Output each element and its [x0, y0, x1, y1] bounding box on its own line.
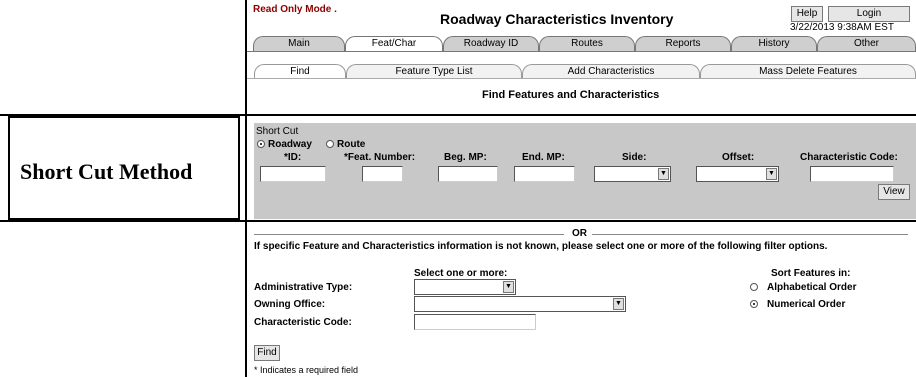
chevron-down-icon[interactable]: ▼	[613, 298, 624, 310]
shortcut-caption: Short Cut	[256, 126, 299, 137]
tab-baseline	[247, 51, 916, 52]
subtab-feature-type-list[interactable]: Feature Type List	[346, 64, 522, 78]
label-feat-number: *Feat. Number:	[344, 152, 416, 163]
chevron-down-icon[interactable]: ▼	[503, 281, 514, 293]
sort-header: Sort Features in:	[771, 268, 851, 279]
id-input[interactable]	[260, 166, 326, 182]
divider-bottom	[0, 220, 916, 222]
radio-alphabetical[interactable]	[750, 283, 758, 291]
sort-alpha-group[interactable]: Alphabetical Order	[750, 282, 856, 293]
characteristic-code-input[interactable]	[810, 166, 894, 182]
offset-select[interactable]: ▼	[696, 166, 779, 182]
radio-roadway-group[interactable]: Roadway	[257, 139, 312, 150]
find-button[interactable]: Find	[254, 345, 280, 361]
radio-route[interactable]	[326, 140, 334, 148]
label-id: *ID:	[284, 152, 302, 163]
radio-roadway[interactable]	[257, 140, 265, 148]
subtab-baseline	[247, 78, 916, 79]
radio-roadway-label: Roadway	[268, 139, 312, 150]
subtab-find[interactable]: Find	[254, 64, 346, 78]
login-button[interactable]: Login	[828, 6, 910, 22]
sort-numeric-group[interactable]: Numerical Order	[750, 299, 845, 310]
chevron-down-icon[interactable]: ▼	[658, 168, 669, 180]
view-button[interactable]: View	[878, 184, 910, 200]
select-header: Select one or more:	[414, 268, 508, 279]
feat-number-input[interactable]	[362, 166, 403, 182]
label-side: Side:	[622, 152, 647, 163]
radio-numerical[interactable]	[750, 300, 758, 308]
app-title: Roadway Characteristics Inventory	[440, 11, 674, 27]
label-admin-type: Administrative Type:	[254, 282, 353, 293]
tab-roadway-id[interactable]: Roadway ID	[443, 36, 539, 51]
tab-routes[interactable]: Routes	[539, 36, 635, 51]
tab-history[interactable]: History	[731, 36, 817, 51]
divider-vertical	[245, 0, 247, 377]
label-filter-char-code: Characteristic Code:	[254, 317, 352, 328]
sort-alpha-label: Alphabetical Order	[767, 282, 857, 293]
annotation-label: Short Cut Method	[20, 159, 193, 184]
or-line-left	[254, 234, 564, 235]
tab-reports[interactable]: Reports	[635, 36, 731, 51]
subtab-add-characteristics[interactable]: Add Characteristics	[522, 64, 700, 78]
admin-type-select[interactable]: ▼	[414, 279, 516, 295]
tab-feat-char[interactable]: Feat/Char	[345, 36, 443, 51]
help-button[interactable]: Help	[791, 6, 823, 22]
chevron-down-icon[interactable]: ▼	[766, 168, 777, 180]
date-time: 3/22/2013 9:38AM EST	[790, 22, 894, 33]
filter-note: If specific Feature and Characteristics …	[254, 241, 828, 252]
tab-main[interactable]: Main	[253, 36, 345, 51]
label-beg-mp: Beg. MP:	[444, 152, 487, 163]
beg-mp-input[interactable]	[438, 166, 498, 182]
label-offset: Offset:	[722, 152, 755, 163]
tab-other[interactable]: Other	[817, 36, 916, 51]
label-owning-office: Owning Office:	[254, 299, 326, 310]
or-text: OR	[572, 228, 587, 239]
page-title: Find Features and Characteristics	[482, 89, 660, 101]
radio-route-label: Route	[337, 139, 366, 150]
read-only-mode: Read Only Mode .	[253, 4, 337, 15]
required-note: * Indicates a required field	[254, 365, 359, 375]
subtab-mass-delete[interactable]: Mass Delete Features	[700, 64, 916, 78]
or-line-right	[592, 234, 908, 235]
radio-route-group[interactable]: Route	[326, 139, 365, 150]
owning-office-select[interactable]: ▼	[414, 296, 626, 312]
label-characteristic-code: Characteristic Code:	[800, 152, 898, 163]
side-select[interactable]: ▼	[594, 166, 671, 182]
end-mp-input[interactable]	[514, 166, 575, 182]
label-end-mp: End. MP:	[522, 152, 565, 163]
sort-numeric-label: Numerical Order	[767, 299, 846, 310]
filter-char-code-input[interactable]	[414, 314, 536, 330]
